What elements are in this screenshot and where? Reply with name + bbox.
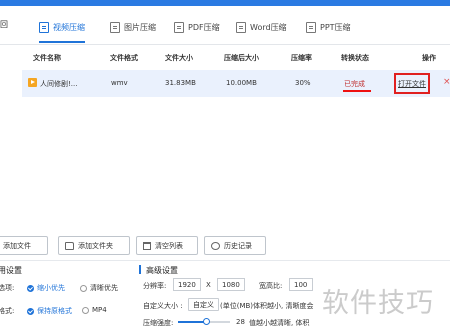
history-label: 历史记录: [224, 241, 252, 250]
ppt-icon: [306, 21, 316, 33]
add-folder-button[interactable]: 添加文件夹: [58, 236, 130, 255]
option-label: 清晰优先: [90, 284, 118, 292]
divider: [0, 260, 450, 261]
tab-image-compress[interactable]: 图片压缩: [110, 12, 156, 42]
radio-clarity-priority[interactable]: 清晰优先: [80, 283, 118, 293]
settings-title: 用设置: [0, 266, 22, 275]
action-toolbar: 添加文件 添加文件夹 清空列表 历史记录: [0, 236, 450, 256]
radio-checked-icon: [27, 284, 34, 292]
col-header-compressed: 压缩后大小: [224, 54, 259, 62]
col-header-name: 文件名称: [33, 54, 61, 62]
col-header-status: 转换状态: [341, 54, 369, 62]
compress-strength-hint: 值越小越清晰, 体积: [249, 319, 310, 327]
col-header-action: 操作: [422, 54, 436, 62]
section-accent: [139, 265, 141, 274]
compress-strength-slider[interactable]: [178, 318, 230, 325]
status-highlight-mark: [343, 90, 371, 92]
image-icon: [110, 21, 120, 33]
radio-unchecked-icon: [80, 284, 87, 292]
format-label: 格式:: [0, 307, 15, 315]
add-file-label: 添加文件: [3, 241, 31, 250]
table-header: 文件名称 文件格式 文件大小 压缩后大小 压缩率 转换状态 操作: [0, 47, 450, 67]
tab-label: 视频压缩: [53, 22, 85, 32]
resolution-separator: X: [206, 281, 211, 289]
tab-label: PPT压缩: [320, 22, 351, 32]
tab-word-compress[interactable]: Word压缩: [236, 12, 287, 42]
custom-size-button[interactable]: 自定义: [188, 298, 219, 311]
resolution-label: 分辨率:: [143, 282, 167, 290]
col-header-size: 文件大小: [165, 54, 193, 62]
radio-checked-icon: [27, 307, 34, 315]
col-header-format: 文件格式: [110, 54, 138, 62]
option-label: 缩小优先: [37, 284, 65, 292]
pdf-icon: [174, 21, 184, 33]
video-icon: [39, 21, 49, 33]
compress-strength-label: 压缩强度:: [143, 319, 174, 327]
trash-icon: [143, 241, 151, 250]
back-link[interactable]: 回: [0, 19, 8, 30]
file-size: 31.83MB: [165, 79, 196, 87]
slider-handle[interactable]: [203, 318, 211, 325]
file-name: 人间修剧!...: [40, 80, 78, 88]
tab-pdf-compress[interactable]: PDF压缩: [174, 12, 220, 42]
advanced-settings-title: 高级设置: [146, 266, 178, 275]
tab-label: Word压缩: [250, 22, 287, 32]
folder-icon: [65, 241, 74, 250]
tab-label: 图片压缩: [124, 22, 156, 32]
app-window: 回 视频压缩 图片压缩 PDF压缩 Word压缩 PPT压缩 文件名称 文件格式…: [0, 0, 450, 329]
delete-icon[interactable]: ×: [443, 77, 450, 87]
radio-mp4[interactable]: MP4: [82, 306, 107, 314]
open-file-link[interactable]: 打开文件: [398, 79, 426, 89]
priority-label: 选项:: [0, 284, 15, 292]
compressed-size: 10.00MB: [226, 79, 257, 87]
custom-size-label: 自定义大小 :: [143, 302, 183, 310]
video-file-icon: [28, 78, 37, 87]
tab-bar: 回 视频压缩 图片压缩 PDF压缩 Word压缩 PPT压缩: [0, 6, 450, 45]
resolution-width-input[interactable]: 1920: [173, 278, 201, 291]
clock-icon: [211, 241, 220, 250]
watermark-text: 软件技巧: [322, 288, 434, 319]
tab-video-compress[interactable]: 视频压缩: [39, 12, 85, 43]
status-badge: 已完成: [344, 80, 365, 88]
option-label: MP4: [92, 306, 107, 314]
add-file-button[interactable]: 添加文件: [0, 236, 48, 255]
word-icon: [236, 21, 246, 33]
compress-ratio: 30%: [295, 79, 311, 87]
compress-strength-value: 28: [236, 318, 245, 326]
history-button[interactable]: 历史记录: [204, 236, 266, 255]
clear-list-label: 清空列表: [155, 241, 183, 250]
file-format: wmv: [111, 79, 128, 87]
option-label: 保持原格式: [37, 307, 72, 315]
table-row[interactable]: 人间修剧!... wmv 31.83MB 10.00MB 30% 已完成 打开文…: [22, 70, 450, 97]
add-folder-label: 添加文件夹: [78, 241, 113, 250]
custom-size-hint: (单位(MB)体积越小, 清晰度会: [220, 302, 314, 310]
tab-ppt-compress[interactable]: PPT压缩: [306, 12, 351, 42]
aspect-ratio-input[interactable]: 100: [289, 278, 313, 291]
clear-list-button[interactable]: 清空列表: [136, 236, 198, 255]
radio-unchecked-icon: [82, 306, 89, 314]
radio-size-priority[interactable]: 缩小优先: [27, 283, 65, 293]
radio-keep-format[interactable]: 保持原格式: [27, 306, 72, 316]
tab-label: PDF压缩: [188, 22, 220, 32]
resolution-height-input[interactable]: 1080: [217, 278, 245, 291]
col-header-ratio: 压缩率: [291, 54, 312, 62]
aspect-ratio-label: 宽高比:: [259, 282, 283, 290]
